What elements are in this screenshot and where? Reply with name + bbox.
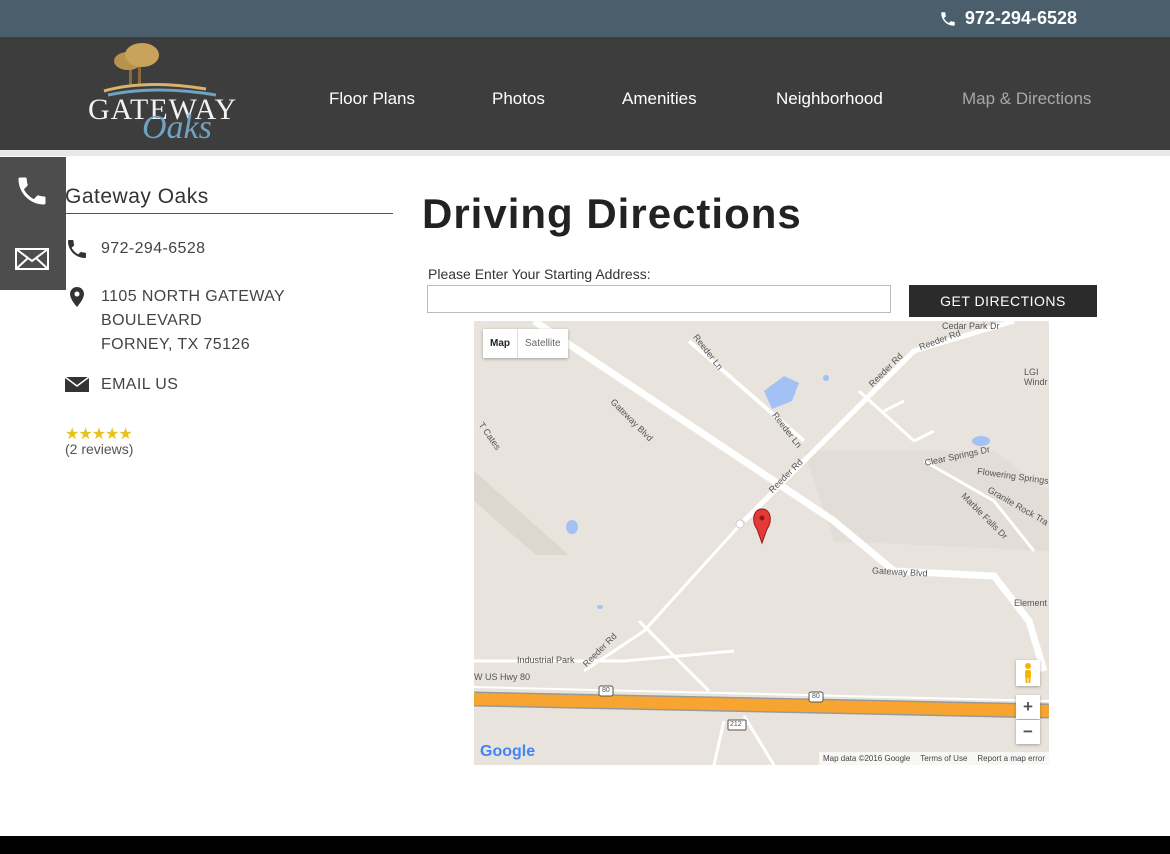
- map-type-satellite[interactable]: Satellite: [517, 329, 568, 358]
- envelope-icon[interactable]: [14, 241, 50, 277]
- google-map[interactable]: Map Satellite Cedar Park Dr Reeder Rd Re…: [474, 321, 1049, 765]
- address-line-1: 1105 NORTH GATEWAY: [101, 288, 286, 305]
- location-pin-icon[interactable]: [753, 508, 771, 545]
- get-directions-button[interactable]: GET DIRECTIONS: [909, 285, 1097, 317]
- map-attribution: Map data ©2016 Google Terms of Use Repor…: [818, 752, 1049, 765]
- page-title: Driving Directions: [422, 190, 802, 237]
- starting-address-label: Please Enter Your Starting Address:: [428, 266, 651, 282]
- envelope-icon: [65, 376, 89, 392]
- phone-icon[interactable]: [14, 173, 50, 209]
- place-label: LGI: [1024, 367, 1039, 377]
- email-us-link[interactable]: EMAIL US: [101, 373, 178, 397]
- main-navbar: GATEWAY Oaks Floor Plans Photos Amenitie…: [0, 37, 1170, 150]
- header-divider: [0, 150, 1170, 156]
- map-data-credit: Map data ©2016 Google: [822, 754, 911, 763]
- sidebar-phone-row[interactable]: 972-294-6528: [65, 237, 205, 261]
- nav-photos[interactable]: Photos: [492, 89, 545, 109]
- google-logo[interactable]: Google: [480, 743, 535, 761]
- sidebar-address-row: 1105 NORTH GATEWAY BOULEVARD FORNEY, TX …: [65, 285, 285, 357]
- map-type-map[interactable]: Map: [483, 329, 517, 358]
- terms-of-use-link[interactable]: Terms of Use: [920, 754, 967, 763]
- place-label: Windr: [1024, 377, 1048, 387]
- address-line-3: FORNEY, TX 75126: [101, 336, 250, 353]
- top-bar: 972-294-6528: [0, 0, 1170, 37]
- map-pin-icon: [70, 287, 84, 307]
- report-map-error-link[interactable]: Report a map error: [977, 754, 1045, 763]
- phone-icon: [68, 240, 86, 258]
- highway-shield: 80: [602, 687, 610, 694]
- logo-script: Oaks: [142, 109, 212, 146]
- zoom-in-button[interactable]: +: [1016, 695, 1040, 719]
- sidebar-phone[interactable]: 972-294-6528: [101, 237, 205, 261]
- place-label: Element: [1014, 598, 1048, 608]
- sidebar-email-row[interactable]: EMAIL US: [65, 373, 178, 397]
- street-label: Industrial Park: [517, 655, 575, 665]
- highway-label: W US Hwy 80: [474, 672, 531, 682]
- site-logo[interactable]: GATEWAY Oaks: [86, 41, 236, 149]
- property-info-panel: Gateway Oaks 972-294-6528 1105 NORTH GAT…: [65, 185, 393, 457]
- starting-address-input[interactable]: [427, 285, 891, 313]
- page-footer: [0, 836, 1170, 854]
- nav-amenities[interactable]: Amenities: [622, 89, 697, 109]
- property-title: Gateway Oaks: [65, 185, 393, 214]
- sidebar-address: 1105 NORTH GATEWAY BOULEVARD FORNEY, TX …: [101, 285, 285, 357]
- highway-shield: 80: [812, 693, 820, 700]
- floating-contact-tab: [0, 157, 66, 290]
- tree-logo-icon: [103, 43, 217, 97]
- nav-floor-plans[interactable]: Floor Plans: [329, 89, 415, 109]
- review-count-link[interactable]: (2 reviews): [65, 441, 133, 457]
- address-line-2: BOULEVARD: [101, 312, 203, 329]
- nav-map-directions[interactable]: Map & Directions: [962, 89, 1091, 109]
- map-roads-layer: [474, 321, 1049, 765]
- highway-shield: 212: [730, 721, 742, 728]
- header-phone-text: 972-294-6528: [964, 8, 1077, 28]
- street-view-pegman-icon[interactable]: [1016, 660, 1040, 686]
- nav-neighborhood[interactable]: Neighborhood: [776, 89, 883, 109]
- map-type-toggle: Map Satellite: [483, 329, 568, 358]
- phone-icon: [941, 11, 955, 26]
- zoom-out-button[interactable]: −: [1016, 720, 1040, 744]
- header-phone-link[interactable]: 972-294-6528: [939, 8, 1077, 29]
